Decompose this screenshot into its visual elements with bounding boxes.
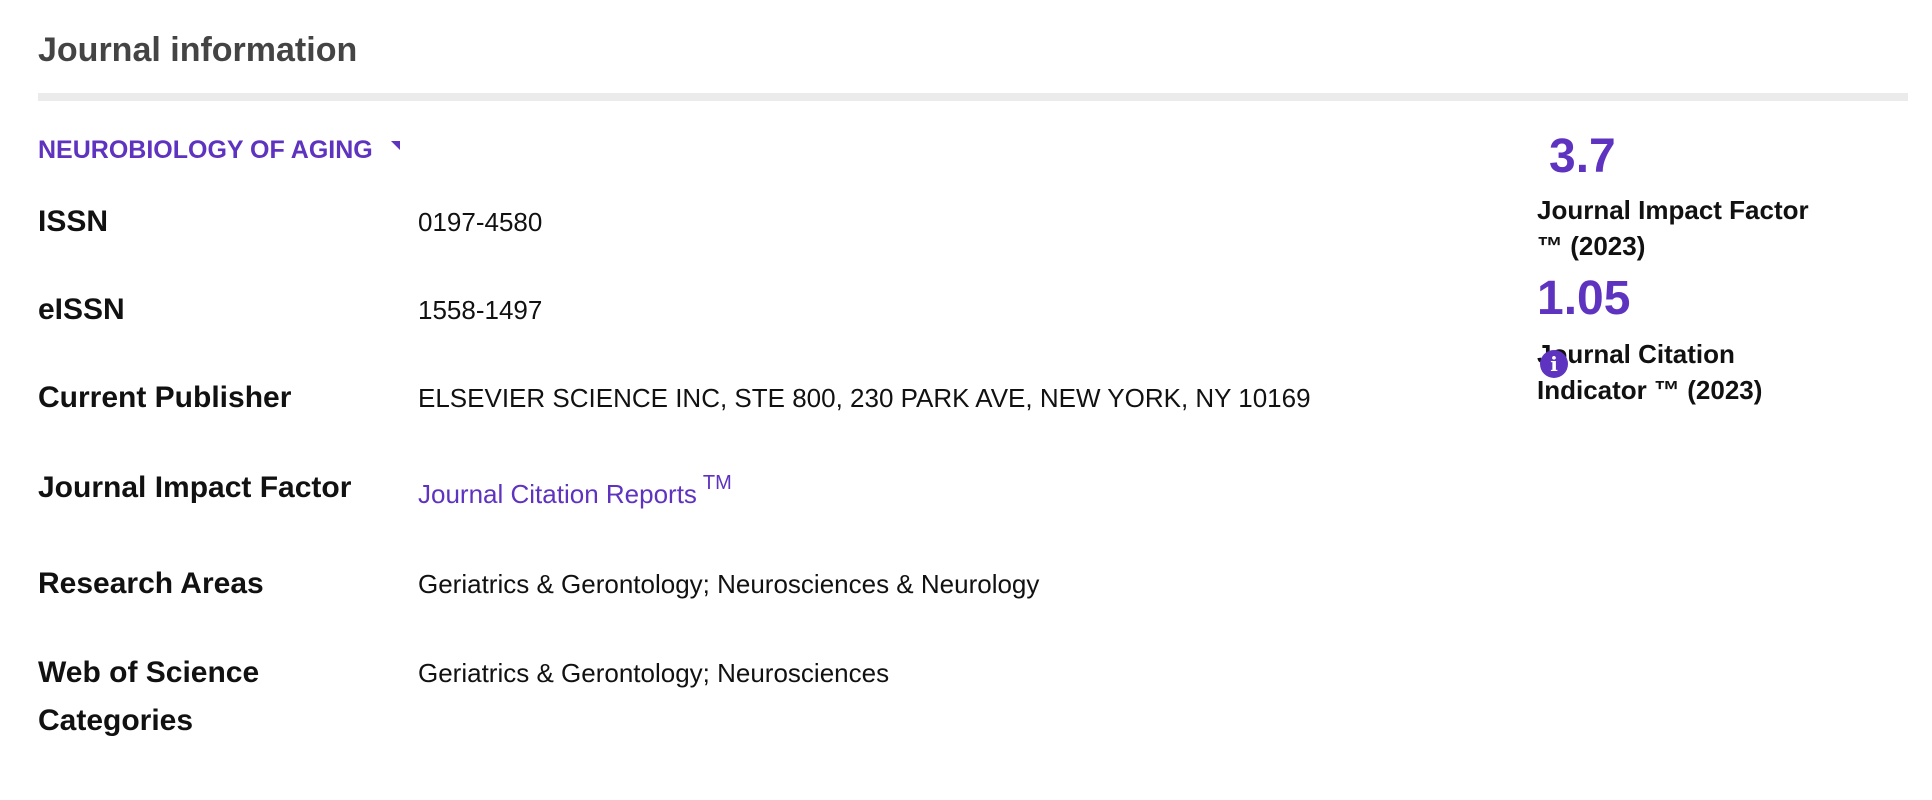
- impact-factor-label: Journal Impact Factor: [38, 471, 352, 504]
- section-divider: [38, 93, 1908, 101]
- jci-label: Journal Citation Indicator ™ (2023): [1537, 336, 1857, 408]
- jci-metric: 1.05 Journal Citation Indicator ™ (2023): [1537, 270, 1857, 408]
- jci-value: 1.05: [1537, 272, 1631, 325]
- jci-label-line1: Journal Citation: [1537, 339, 1735, 369]
- jif-label-line2: ™ (2023): [1537, 231, 1646, 261]
- journal-citation-reports-link[interactable]: Journal Citation Reports TM: [418, 472, 732, 514]
- issn-value: 0197-4580: [418, 207, 543, 237]
- info-icon[interactable]: i: [1540, 350, 1568, 378]
- journal-name-link[interactable]: NEUROBIOLOGY OF AGING: [38, 133, 400, 167]
- external-link-icon: [390, 141, 400, 150]
- eissn-value: 1558-1497: [418, 295, 543, 325]
- jif-value: 3.7: [1549, 130, 1616, 183]
- wos-categories-label: Web of Science Categories: [38, 649, 378, 745]
- jif-metric: 3.7 Journal Impact Factor ™ (2023): [1537, 128, 1857, 264]
- wos-categories-value: Geriatrics & Gerontology; Neurosciences: [418, 658, 890, 688]
- wos-categories-label-line1: Web of Science: [38, 656, 260, 689]
- publisher-label: Current Publisher: [38, 381, 292, 414]
- jif-label-line1: Journal Impact Factor: [1537, 195, 1809, 225]
- jif-label: Journal Impact Factor ™ (2023): [1537, 192, 1857, 264]
- research-areas-label: Research Areas: [38, 567, 264, 600]
- jci-label-line2: Indicator ™ (2023): [1537, 375, 1763, 405]
- trademark-superscript: TM: [702, 472, 732, 495]
- journal-metrics: 3.7 Journal Impact Factor ™ (2023) 1.05 …: [1537, 128, 1857, 408]
- research-areas-value: Geriatrics & Gerontology; Neurosciences …: [418, 569, 1040, 599]
- publisher-value: ELSEVIER SCIENCE INC, STE 800, 230 PARK …: [418, 383, 1311, 413]
- section-title: Journal information: [38, 31, 358, 69]
- journal-name: NEUROBIOLOGY OF AGING: [38, 136, 373, 164]
- eissn-label: eISSN: [38, 293, 125, 326]
- issn-label: ISSN: [38, 205, 109, 238]
- wos-categories-label-line2: Categories: [38, 704, 194, 737]
- journal-citation-reports-text: Journal Citation Reports: [418, 479, 697, 509]
